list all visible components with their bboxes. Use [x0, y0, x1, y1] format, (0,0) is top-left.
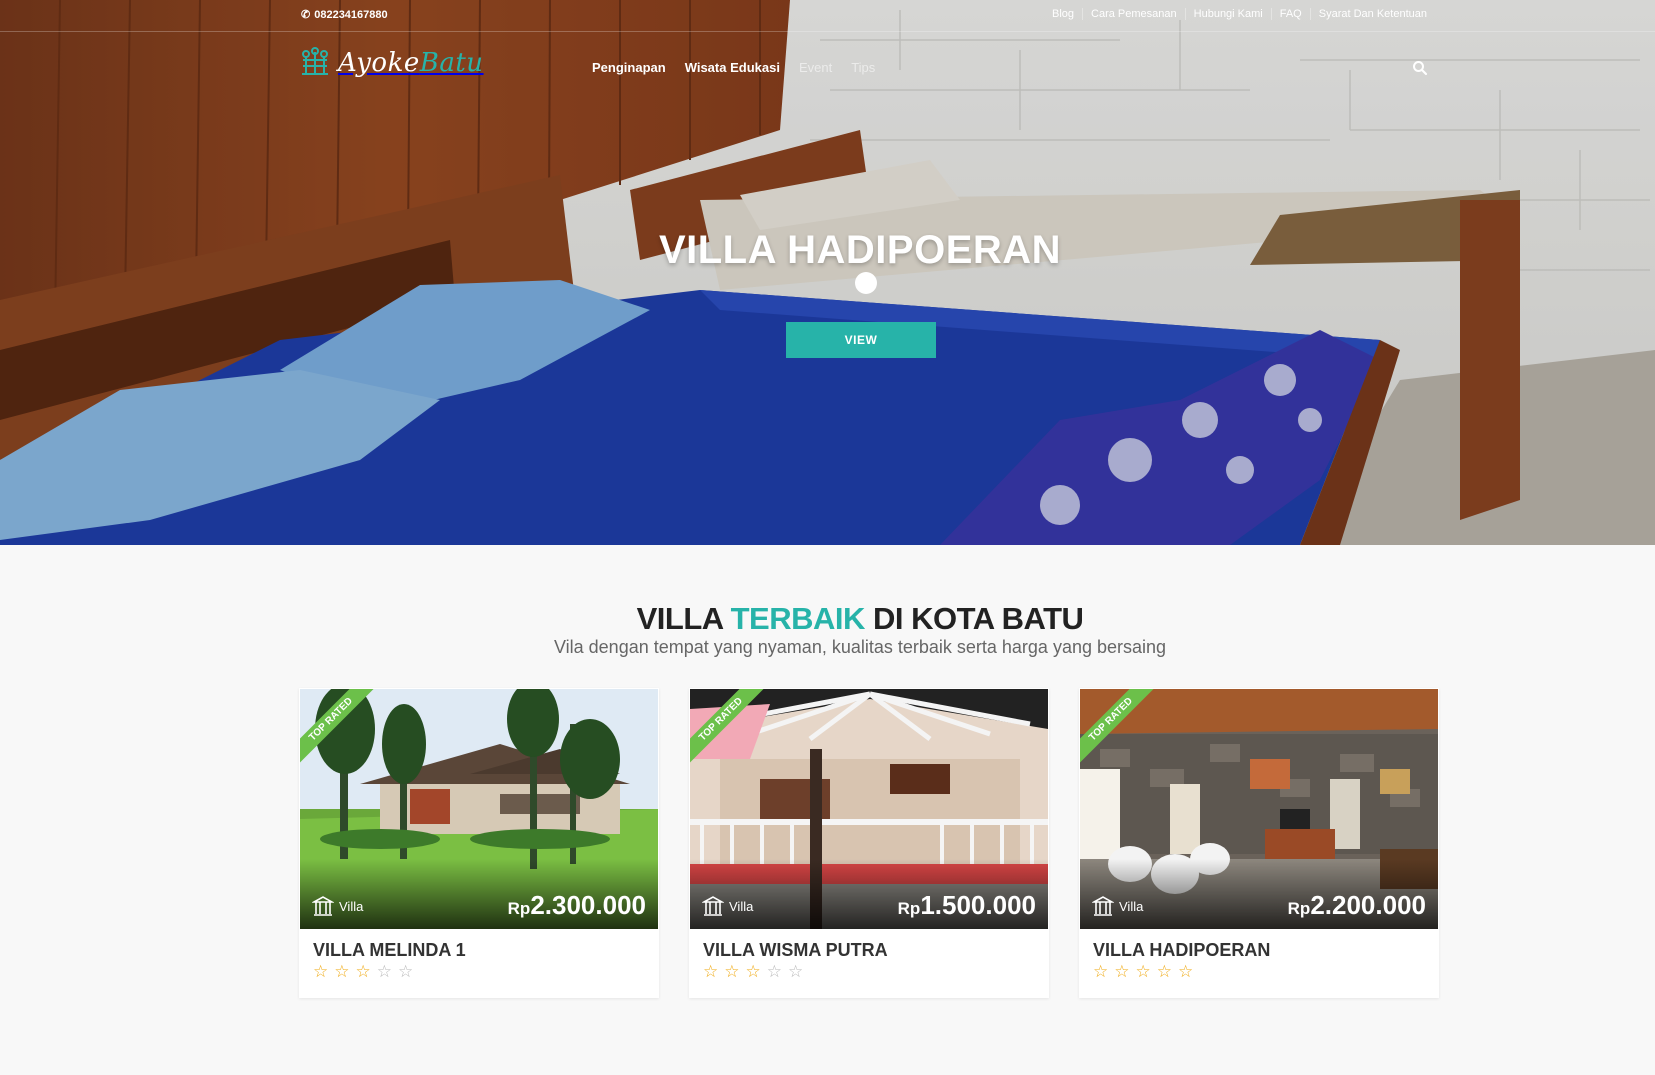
star-icon: ☆: [1156, 962, 1172, 981]
star-rating: ☆ ☆ ☆ ☆ ☆: [703, 962, 803, 982]
star-icon: ☆: [376, 962, 392, 981]
villa-name[interactable]: VILLA HADIPOERAN: [1093, 940, 1270, 961]
nav-penginapan[interactable]: Penginapan: [592, 60, 666, 75]
star-rating: ☆ ☆ ☆ ☆ ☆: [313, 962, 413, 982]
villa-card[interactable]: TOP RATED Villa Rp2.200.000 VILLA HADIPO…: [1079, 688, 1439, 998]
star-icon: ☆: [1178, 962, 1194, 981]
villa-type-label: Villa: [1119, 898, 1144, 914]
villa-card[interactable]: TOP RATED Villa Rp2.300.000 VILLA MELIND…: [299, 688, 659, 998]
price-currency: Rp: [1287, 899, 1311, 918]
villa-type-label: Villa: [729, 898, 754, 914]
toplink-faq[interactable]: FAQ: [1270, 8, 1310, 20]
star-icon: ☆: [703, 962, 719, 981]
ribbon-label: TOP RATED: [1080, 689, 1156, 765]
price-value: 2.300.000: [530, 890, 646, 920]
nav-wisata-edukasi[interactable]: Wisata Edukasi: [685, 60, 780, 75]
building-icon: [702, 896, 724, 916]
villa-name[interactable]: VILLA MELINDA 1: [313, 940, 466, 961]
star-icon: ☆: [313, 962, 329, 981]
phone-number: 082234167880: [314, 8, 388, 21]
star-icon: ☆: [1093, 962, 1109, 981]
logo-text-part1: Ayoke: [338, 48, 420, 78]
ribbon-label: TOP RATED: [690, 689, 766, 765]
toplink-blog[interactable]: Blog: [1044, 8, 1082, 20]
villa-name[interactable]: VILLA WISMA PUTRA: [703, 940, 888, 961]
building-icon: [312, 896, 334, 916]
villa-type: Villa: [312, 895, 363, 917]
top-links: Blog Cara Pemesanan Hubungi Kami FAQ Sya…: [1044, 8, 1435, 20]
price-value: 1.500.000: [920, 890, 1036, 920]
phone-info: ✆ 082234167880: [301, 8, 388, 22]
star-icon: ☆: [398, 962, 414, 981]
star-icon: ☆: [1114, 962, 1130, 981]
toplink-hubungi-kami[interactable]: Hubungi Kami: [1184, 8, 1271, 20]
price-currency: Rp: [507, 899, 531, 918]
building-icon: [1092, 896, 1114, 916]
villa-type: Villa: [1092, 895, 1143, 917]
villa-price: Rp2.200.000: [1288, 890, 1426, 921]
villa-price: Rp2.300.000: [508, 890, 646, 921]
star-icon: ☆: [355, 962, 371, 981]
logo-icon: [302, 47, 328, 75]
villa-type: Villa: [702, 895, 753, 917]
star-icon: ☆: [788, 962, 804, 981]
price-value: 2.200.000: [1310, 890, 1426, 920]
villa-image[interactable]: TOP RATED Villa Rp1.500.000: [690, 689, 1048, 929]
star-icon: ☆: [766, 962, 782, 981]
price-currency: Rp: [897, 899, 921, 918]
logo-text: AyokeBatu: [338, 48, 484, 78]
top-bar: ✆ 082234167880 Blog Cara Pemesanan Hubun…: [0, 0, 1655, 32]
phone-icon: ✆: [301, 9, 311, 21]
section-title: VILLA TERBAIK DI KOTA BATU: [0, 601, 1655, 637]
logo-text-part2: Batu: [419, 48, 484, 78]
top-rated-ribbon: TOP RATED: [690, 689, 770, 769]
villa-card[interactable]: TOP RATED Villa Rp1.500.000 VILLA WISMA …: [689, 688, 1049, 998]
hero-slider: ✆ 082234167880 Blog Cara Pemesanan Hubun…: [0, 0, 1655, 545]
main-menu: Penginapan Wisata Edukasi Event Tips: [592, 60, 875, 75]
site-logo[interactable]: AyokeBatu: [298, 46, 484, 80]
star-icon: ☆: [334, 962, 350, 981]
star-icon: ☆: [1135, 962, 1151, 981]
slider-dot[interactable]: [855, 272, 877, 294]
star-icon: ☆: [745, 962, 761, 981]
section-title-part1: VILLA: [636, 601, 731, 636]
villa-type-label: Villa: [339, 898, 364, 914]
toplink-syarat[interactable]: Syarat Dan Ketentuan: [1309, 8, 1435, 20]
villa-image[interactable]: TOP RATED Villa Rp2.300.000: [300, 689, 658, 929]
section-title-part2: DI KOTA BATU: [864, 601, 1084, 636]
view-button[interactable]: VIEW: [786, 322, 936, 358]
toplink-cara-pemesanan[interactable]: Cara Pemesanan: [1082, 8, 1185, 20]
star-icon: ☆: [724, 962, 740, 981]
nav-event[interactable]: Event: [799, 60, 832, 75]
search-icon[interactable]: [1412, 60, 1428, 76]
villa-image[interactable]: TOP RATED Villa Rp2.200.000: [1080, 689, 1438, 929]
villa-price: Rp1.500.000: [898, 890, 1036, 921]
nav-tips[interactable]: Tips: [851, 60, 875, 75]
section-title-highlight: TERBAIK: [730, 601, 866, 636]
hero-title: VILLA HADIPOERAN: [658, 228, 1062, 272]
top-rated-ribbon: TOP RATED: [300, 689, 380, 769]
main-navbar: AyokeBatu Penginapan Wisata Edukasi Even…: [0, 33, 1655, 103]
top-rated-ribbon: TOP RATED: [1080, 689, 1160, 769]
section-subtitle: Vila dengan tempat yang nyaman, kualitas…: [553, 637, 1167, 657]
star-rating: ☆ ☆ ☆ ☆ ☆: [1093, 962, 1193, 982]
ribbon-label: TOP RATED: [300, 689, 376, 765]
